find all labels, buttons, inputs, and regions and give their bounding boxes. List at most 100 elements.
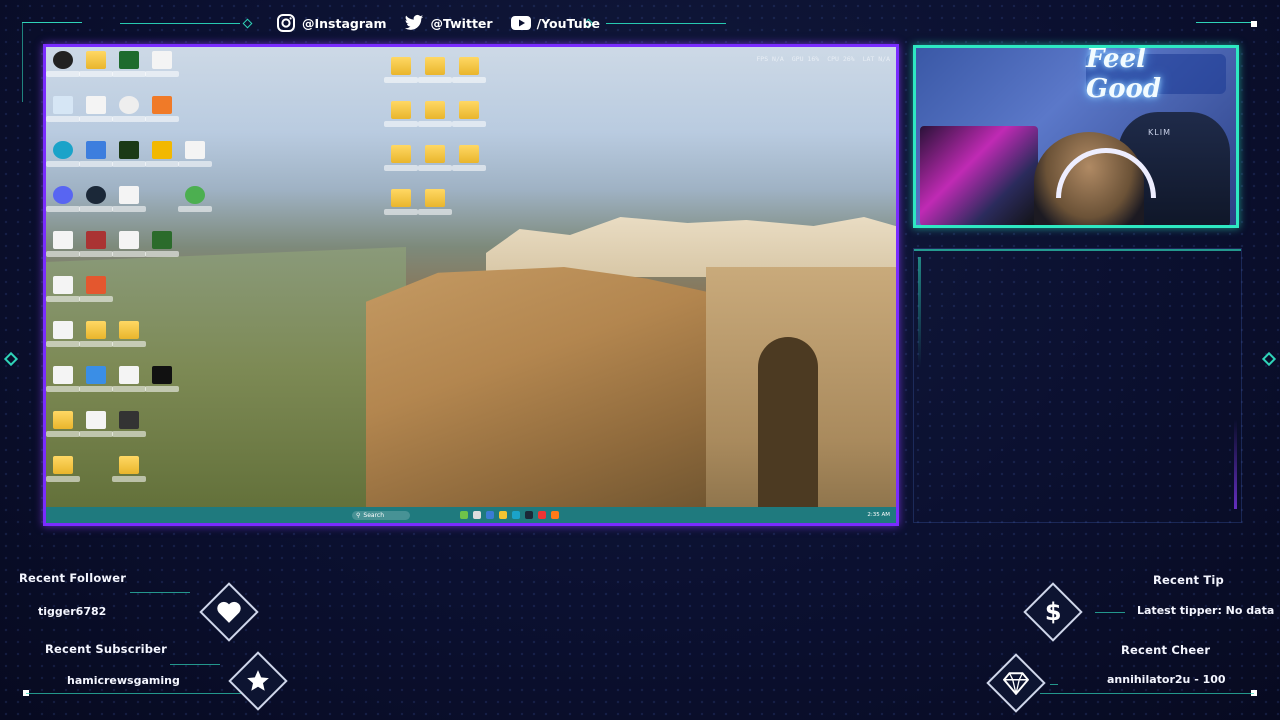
top-rule-right xyxy=(606,23,726,24)
desktop-icon[interactable] xyxy=(112,366,146,404)
desktop-icon[interactable] xyxy=(46,96,80,134)
taskbar-app[interactable] xyxy=(460,511,469,519)
desktop-icon[interactable] xyxy=(46,231,80,269)
desktop-icon[interactable] xyxy=(384,57,418,95)
top-rule-left xyxy=(120,23,240,24)
desktop-icon[interactable] xyxy=(79,321,113,359)
desktop-icon[interactable] xyxy=(46,141,80,179)
desktop-icon[interactable] xyxy=(112,96,146,134)
social-links-bar: @Instagram @Twitter /YouTube xyxy=(276,13,600,33)
taskbar-app[interactable] xyxy=(525,511,534,519)
desktop-icon[interactable] xyxy=(79,411,113,449)
desktop-icon[interactable] xyxy=(178,186,212,224)
taskbar-clock[interactable]: 2:35 AM xyxy=(867,512,890,518)
desktop-icon[interactable] xyxy=(46,366,80,404)
recent-subscriber-value: hamicrewsgaming xyxy=(67,674,180,687)
corner-marker-tr xyxy=(1251,21,1257,27)
desktop-icon[interactable] xyxy=(112,456,146,494)
desktop-icon[interactable] xyxy=(418,189,452,227)
desktop-icon[interactable] xyxy=(112,231,146,269)
subscriber-badge xyxy=(228,651,288,711)
desktop-icon[interactable] xyxy=(79,276,113,314)
taskbar-app[interactable] xyxy=(486,511,495,519)
desktop-icon[interactable] xyxy=(46,456,80,494)
desktop-icon[interactable] xyxy=(452,145,486,183)
recent-tip-title: Recent Tip xyxy=(1153,573,1224,587)
follower-badge xyxy=(199,582,259,642)
desktop-icon[interactable] xyxy=(384,101,418,139)
cpu-readout: CPU 26% xyxy=(827,55,855,63)
desktop-icon[interactable] xyxy=(112,51,146,89)
desktop-icon[interactable] xyxy=(178,141,212,179)
webcam-feed: Feel Good KLIM xyxy=(913,45,1239,228)
side-marker-left xyxy=(3,351,19,367)
instagram-icon xyxy=(277,14,295,32)
desktop-icon[interactable] xyxy=(46,51,80,89)
desktop-icon[interactable] xyxy=(46,276,80,314)
chat-panel xyxy=(913,248,1242,523)
twitter-icon xyxy=(405,14,424,30)
performance-overlay: FPS N/A GPU 16% CPU 26% LAT N/A xyxy=(756,55,890,63)
desktop-icon[interactable] xyxy=(79,231,113,269)
frame-line-left xyxy=(22,22,23,102)
taskbar-apps xyxy=(460,511,560,519)
heart-icon xyxy=(217,601,241,623)
youtube-icon xyxy=(510,16,531,30)
gpu-readout: GPU 16% xyxy=(791,55,820,63)
frame-line-bottom-right xyxy=(1040,693,1254,694)
desktop-icon[interactable] xyxy=(46,321,80,359)
recent-cheer-title: Recent Cheer xyxy=(1121,643,1211,657)
taskbar-app[interactable] xyxy=(499,511,508,519)
frame-line-top-right xyxy=(1196,22,1256,23)
twitter-link[interactable]: @Twitter xyxy=(404,14,493,32)
taskbar-app[interactable] xyxy=(551,511,560,519)
desktop-icon[interactable] xyxy=(145,231,179,269)
frame-line-bottom-left xyxy=(26,693,246,694)
side-marker-right xyxy=(1261,351,1277,367)
desktop-icon[interactable] xyxy=(145,51,179,89)
instagram-label: @Instagram xyxy=(302,15,387,31)
gaming-pc xyxy=(920,126,1038,225)
star-icon xyxy=(247,670,269,691)
chair-brand: KLIM xyxy=(1148,128,1171,137)
desktop-icon[interactable] xyxy=(112,141,146,179)
dollar-icon: $ xyxy=(1044,597,1062,626)
desktop-icon[interactable] xyxy=(452,57,486,95)
desktop-icon[interactable] xyxy=(418,57,452,95)
wallpaper-bridge-arch xyxy=(758,337,818,523)
desktop-icon[interactable] xyxy=(452,101,486,139)
desktop-icon[interactable] xyxy=(79,51,113,89)
desktop-icon[interactable] xyxy=(418,101,452,139)
tip-accent-line xyxy=(1095,612,1125,613)
desktop-icon[interactable] xyxy=(46,411,80,449)
desktop-icon[interactable] xyxy=(145,366,179,404)
desktop-icon[interactable] xyxy=(79,366,113,404)
desktop-capture: FPS N/A GPU 16% CPU 26% LAT N/A ⚲ Search… xyxy=(43,44,899,526)
taskbar-app[interactable] xyxy=(538,511,547,519)
taskbar-search-placeholder: Search xyxy=(363,511,385,519)
desktop-icon[interactable] xyxy=(418,145,452,183)
frame-line-top-left xyxy=(22,22,82,23)
taskbar-app[interactable] xyxy=(512,511,521,519)
desktop-icon[interactable] xyxy=(112,321,146,359)
desktop-icon[interactable] xyxy=(79,96,113,134)
desktop-icon[interactable] xyxy=(112,411,146,449)
instagram-link[interactable]: @Instagram xyxy=(276,13,386,33)
desktop-icon[interactable] xyxy=(384,189,418,227)
taskbar-search[interactable]: ⚲ Search xyxy=(352,510,411,520)
latency-readout: LAT N/A xyxy=(862,55,890,63)
desktop-icon[interactable] xyxy=(46,186,80,224)
subscriber-accent-line xyxy=(170,664,220,665)
taskbar-app[interactable] xyxy=(473,511,482,519)
wallpaper-cliff xyxy=(366,267,726,523)
desktop-icon[interactable] xyxy=(384,145,418,183)
desktop-icon[interactable] xyxy=(145,96,179,134)
youtube-link[interactable]: /YouTube xyxy=(510,16,600,31)
desktop-icon[interactable] xyxy=(112,186,146,224)
desktop-icon[interactable] xyxy=(79,141,113,179)
tip-badge: $ xyxy=(1023,582,1083,642)
desktop-icon[interactable] xyxy=(145,141,179,179)
windows-taskbar: ⚲ Search 2:35 AM xyxy=(46,507,896,523)
desktop-icon[interactable] xyxy=(79,186,113,224)
cheer-accent-line xyxy=(1050,684,1058,685)
